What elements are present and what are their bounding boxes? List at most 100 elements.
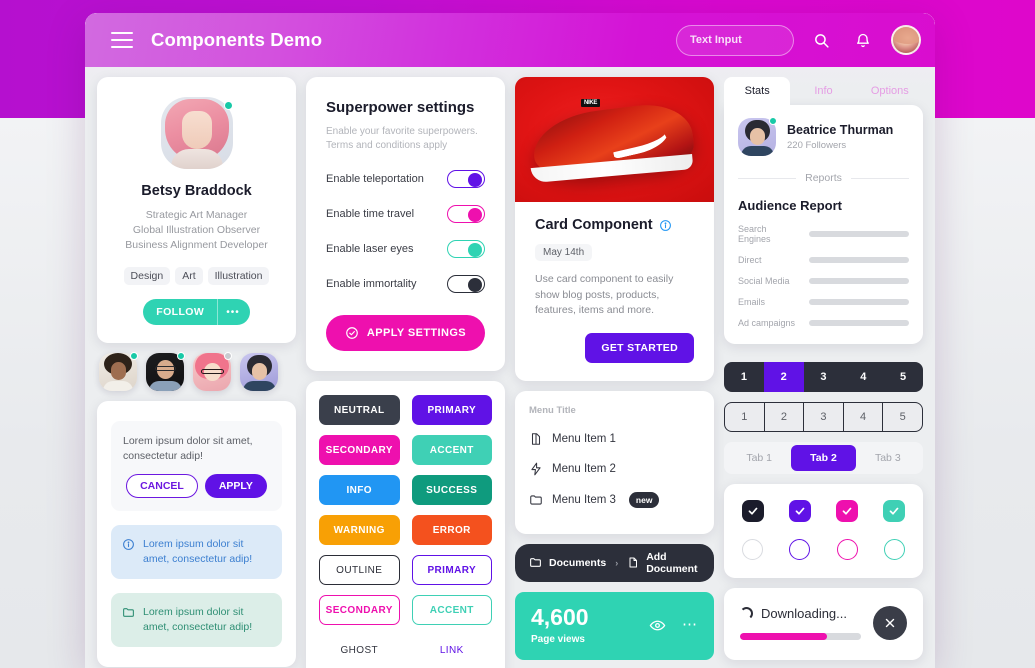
button-info[interactable]: INFO xyxy=(319,475,400,505)
tag-illustration[interactable]: Illustration xyxy=(207,267,270,285)
tag-art[interactable]: Art xyxy=(175,267,203,285)
button-outline-secondary[interactable]: SECONDARY xyxy=(319,595,400,625)
toggle-immortality[interactable] xyxy=(447,275,485,293)
button-outline-primary[interactable]: PRIMARY xyxy=(411,555,492,585)
tab-stats[interactable]: Stats xyxy=(724,77,791,105)
button-neutral[interactable]: NEUTRAL xyxy=(319,395,400,425)
setting-label: Enable laser eyes xyxy=(326,243,414,255)
list-item[interactable] xyxy=(240,353,278,391)
progress-fill xyxy=(740,633,828,640)
page-5[interactable]: 5 xyxy=(883,362,923,392)
checkbox-secondary[interactable] xyxy=(836,500,858,522)
tab-1[interactable]: Tab 1 xyxy=(727,445,791,471)
apply-button[interactable]: APPLY xyxy=(204,474,267,498)
product-title: Card Component xyxy=(535,217,653,233)
pageviews-actions: ⋯ xyxy=(649,617,698,634)
button-link[interactable]: LINK xyxy=(412,635,493,665)
profile-avatar-wrap xyxy=(160,97,233,169)
button-accent[interactable]: ACCENT xyxy=(411,435,492,465)
page-4[interactable]: 4 xyxy=(843,362,883,392)
button-warning[interactable]: WARNING xyxy=(319,515,400,545)
button-primary[interactable]: PRIMARY xyxy=(411,395,492,425)
cancel-button[interactable]: CANCEL xyxy=(126,474,198,498)
report-row-search-engines: Search Engines xyxy=(738,224,909,244)
bell-icon[interactable] xyxy=(848,25,878,55)
stats-user-name: Beatrice Thurman xyxy=(787,123,894,137)
eye-icon[interactable] xyxy=(649,617,666,634)
toggle-teleportation[interactable] xyxy=(447,170,485,188)
stats-user-text: Beatrice Thurman 220 Followers xyxy=(787,123,893,151)
page-1[interactable]: 1 xyxy=(725,403,765,431)
profile-avatar[interactable] xyxy=(160,97,233,169)
tab-options[interactable]: Options xyxy=(857,77,923,105)
status-badge: new xyxy=(628,491,660,508)
get-started-button[interactable]: GET STARTED xyxy=(585,332,694,363)
menu-item-3[interactable]: Menu Item 3 new xyxy=(529,491,700,508)
radio-accent[interactable] xyxy=(883,539,905,560)
toggle-time-travel[interactable] xyxy=(447,205,485,223)
tab-2[interactable]: Tab 2 xyxy=(791,445,856,471)
radio-primary[interactable] xyxy=(789,539,811,560)
close-icon xyxy=(883,616,897,630)
setting-label: Enable teleportation xyxy=(326,173,424,185)
page-4[interactable]: 4 xyxy=(844,403,884,431)
hamburger-icon[interactable] xyxy=(111,32,133,48)
list-item[interactable] xyxy=(146,352,185,391)
stats-panel: Stats Info Options Beatrice Thurman 220 … xyxy=(724,77,923,344)
checkbox-dark[interactable] xyxy=(742,500,764,522)
avatar[interactable] xyxy=(240,353,278,391)
button-error[interactable]: ERROR xyxy=(411,515,492,545)
report-row-direct: Direct xyxy=(738,255,909,265)
page-2[interactable]: 2 xyxy=(763,362,804,392)
breadcrumb-item-add-document[interactable]: Add Document xyxy=(646,551,700,575)
column-cards: NIKE Card Component May 14th Use card co… xyxy=(515,77,714,668)
pageviews-card: 4,600 Page views ⋯ xyxy=(515,591,714,660)
apply-settings-button[interactable]: APPLY SETTINGS xyxy=(326,315,485,351)
button-ghost[interactable]: GHOST xyxy=(319,635,400,665)
radio-secondary[interactable] xyxy=(836,539,858,560)
menu-card: Menu Title Menu Item 1 Menu Item 2 Menu … xyxy=(515,390,714,534)
tag-design[interactable]: Design xyxy=(123,267,171,285)
settings-card: Superpower settings Enable your favorite… xyxy=(306,77,505,371)
page-2[interactable]: 2 xyxy=(765,403,805,431)
radio-neutral[interactable] xyxy=(742,539,763,560)
button-success[interactable]: SUCCESS xyxy=(411,475,492,505)
page-1[interactable]: 1 xyxy=(724,362,764,392)
chevron-right-icon: › xyxy=(615,557,619,568)
search-input[interactable] xyxy=(676,24,794,56)
alert-text: Lorem ipsum dolor sit amet, consectetur … xyxy=(143,606,253,633)
settings-title: Superpower settings xyxy=(326,99,475,116)
page-title: Components Demo xyxy=(151,29,323,50)
checkbox-primary[interactable] xyxy=(789,500,811,522)
button-secondary[interactable]: SECONDARY xyxy=(319,435,400,465)
tab-info[interactable]: Info xyxy=(790,77,856,105)
button-outline-accent[interactable]: ACCENT xyxy=(411,595,492,625)
page-3[interactable]: 3 xyxy=(804,403,844,431)
stats-tabs: Stats Info Options xyxy=(724,77,923,105)
pagination-dark: 1 2 3 4 5 xyxy=(724,362,923,392)
pageviews-text: 4,600 Page views xyxy=(531,605,589,645)
list-item[interactable] xyxy=(193,352,232,391)
ellipsis-icon[interactable]: ⋯ xyxy=(682,617,698,632)
follow-button[interactable]: FOLLOW xyxy=(143,299,218,325)
menu-item-2[interactable]: Menu Item 2 xyxy=(529,462,700,476)
page-3[interactable]: 3 xyxy=(804,362,844,392)
list-item[interactable] xyxy=(99,352,138,391)
breadcrumb-item-documents[interactable]: Documents xyxy=(549,557,606,569)
page-5[interactable]: 5 xyxy=(883,403,922,431)
menu-item-1[interactable]: Menu Item 1 xyxy=(529,432,700,446)
follow-more-button[interactable]: ••• xyxy=(217,299,250,325)
toggle-laser-eyes[interactable] xyxy=(447,240,485,258)
info-circle-icon[interactable] xyxy=(659,219,672,232)
button-outline[interactable]: OUTLINE xyxy=(319,555,400,585)
folder-icon xyxy=(529,556,542,569)
checkbox-accent[interactable] xyxy=(883,500,905,522)
tab-3[interactable]: Tab 3 xyxy=(856,445,920,471)
avatar[interactable] xyxy=(891,25,921,55)
setting-label: Enable time travel xyxy=(326,208,415,220)
search-icon[interactable] xyxy=(806,25,836,55)
profile-role: Global Illustration Observer xyxy=(132,224,261,236)
profile-role: Business Alignment Developer xyxy=(125,239,268,251)
close-button[interactable] xyxy=(873,606,907,640)
page-split-icon xyxy=(529,432,543,446)
